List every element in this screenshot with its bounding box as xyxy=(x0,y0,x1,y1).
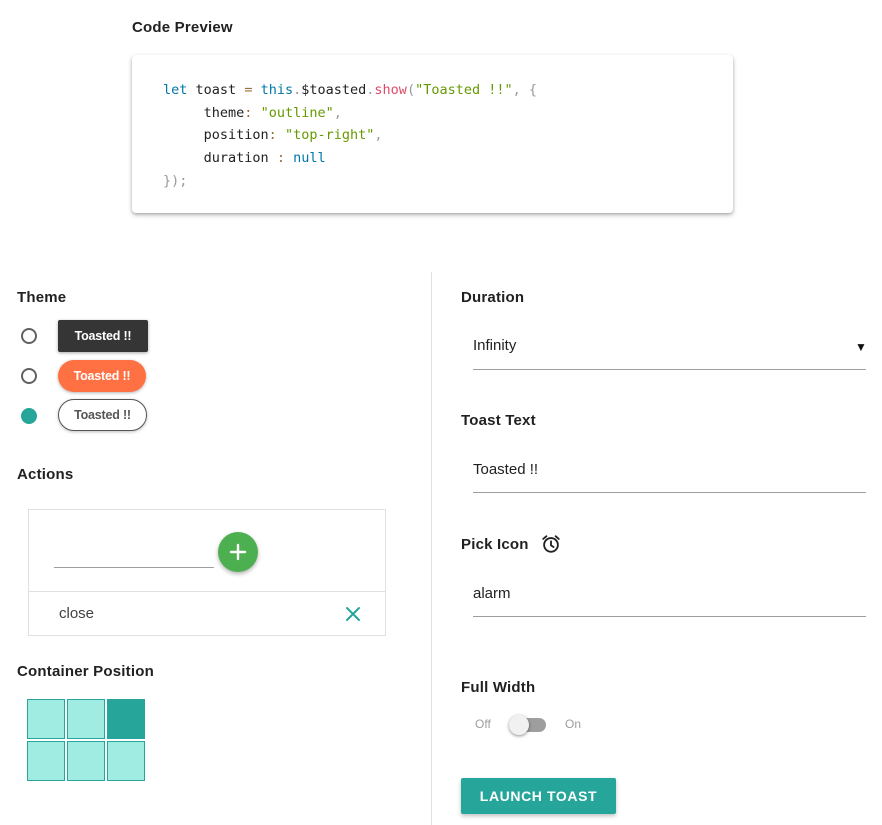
action-label: close xyxy=(59,605,95,622)
code-preview-card: let toast = this.$toasted.show("Toasted … xyxy=(132,55,733,213)
code-token: position xyxy=(203,127,269,144)
code-block: let toast = this.$toasted.show("Toasted … xyxy=(163,79,537,193)
position-cell-top-right[interactable] xyxy=(107,699,145,739)
code-token: $toasted xyxy=(301,82,367,98)
new-action-input[interactable] xyxy=(54,548,214,568)
actions-card: close xyxy=(28,509,386,636)
duration-select[interactable]: Infinity xyxy=(473,337,516,354)
theme-radio-bubble[interactable] xyxy=(21,368,37,384)
code-token: theme xyxy=(203,104,245,121)
code-token: duration xyxy=(203,150,269,167)
duration-underline xyxy=(473,369,866,370)
pick-icon-heading: Pick Icon xyxy=(461,536,529,553)
toast-text-input[interactable]: Toasted !! xyxy=(473,461,538,478)
code-token: : xyxy=(276,150,285,167)
full-width-heading: Full Width xyxy=(461,679,536,696)
switch-off-label: Off xyxy=(475,717,491,731)
position-cell-bottom-left[interactable] xyxy=(27,741,65,781)
dropdown-arrow-icon[interactable]: ▼ xyxy=(855,340,867,354)
code-token: , xyxy=(374,127,383,144)
actions-heading: Actions xyxy=(17,466,74,483)
launch-toast-button[interactable]: LAUNCH TOAST xyxy=(461,778,616,814)
code-token: "top-right" xyxy=(284,127,375,144)
code-token: null xyxy=(293,150,326,167)
code-token: toast xyxy=(195,82,237,98)
column-divider xyxy=(431,272,432,825)
toast-text-underline xyxy=(473,492,866,493)
position-cell-bottom-center[interactable] xyxy=(67,741,105,781)
add-action-button[interactable] xyxy=(218,532,258,572)
toast-text-heading: Toast Text xyxy=(461,412,536,429)
switch-on-label: On xyxy=(565,717,582,731)
position-cell-top-center[interactable] xyxy=(67,699,105,739)
code-token: "Toasted !!" xyxy=(415,82,513,98)
position-cell-top-left[interactable] xyxy=(27,699,65,739)
code-token: { xyxy=(528,82,538,98)
alarm-icon xyxy=(542,535,560,553)
code-token: = xyxy=(244,82,253,98)
code-token: : xyxy=(268,127,277,144)
theme-preview-primary[interactable]: Toasted !! xyxy=(58,320,148,352)
action-list-item: close xyxy=(29,592,385,636)
code-token: let xyxy=(163,82,188,98)
code-token: show xyxy=(374,82,407,98)
duration-heading: Duration xyxy=(461,289,525,306)
position-cell-bottom-right[interactable] xyxy=(107,741,145,781)
pick-icon-input[interactable]: alarm xyxy=(473,585,511,602)
code-token: , xyxy=(512,82,521,98)
code-token: ( xyxy=(406,82,416,98)
code-token: this xyxy=(260,82,294,98)
position-grid xyxy=(27,699,145,781)
theme-radio-outline[interactable] xyxy=(21,408,37,424)
plus-icon xyxy=(229,543,247,561)
pick-icon-underline xyxy=(473,616,866,617)
code-token: : xyxy=(244,104,253,121)
code-token: , xyxy=(333,104,342,121)
theme-preview-outline[interactable]: Toasted !! xyxy=(58,399,147,431)
theme-heading: Theme xyxy=(17,289,67,306)
full-width-switch-thumb[interactable] xyxy=(509,715,529,735)
theme-preview-bubble[interactable]: Toasted !! xyxy=(58,360,146,392)
code-preview-heading: Code Preview xyxy=(132,19,233,36)
container-position-heading: Container Position xyxy=(17,663,154,680)
theme-radio-primary[interactable] xyxy=(21,328,37,344)
code-token: "outline" xyxy=(260,104,334,121)
close-icon[interactable] xyxy=(345,606,361,622)
code-token: }); xyxy=(163,172,188,189)
